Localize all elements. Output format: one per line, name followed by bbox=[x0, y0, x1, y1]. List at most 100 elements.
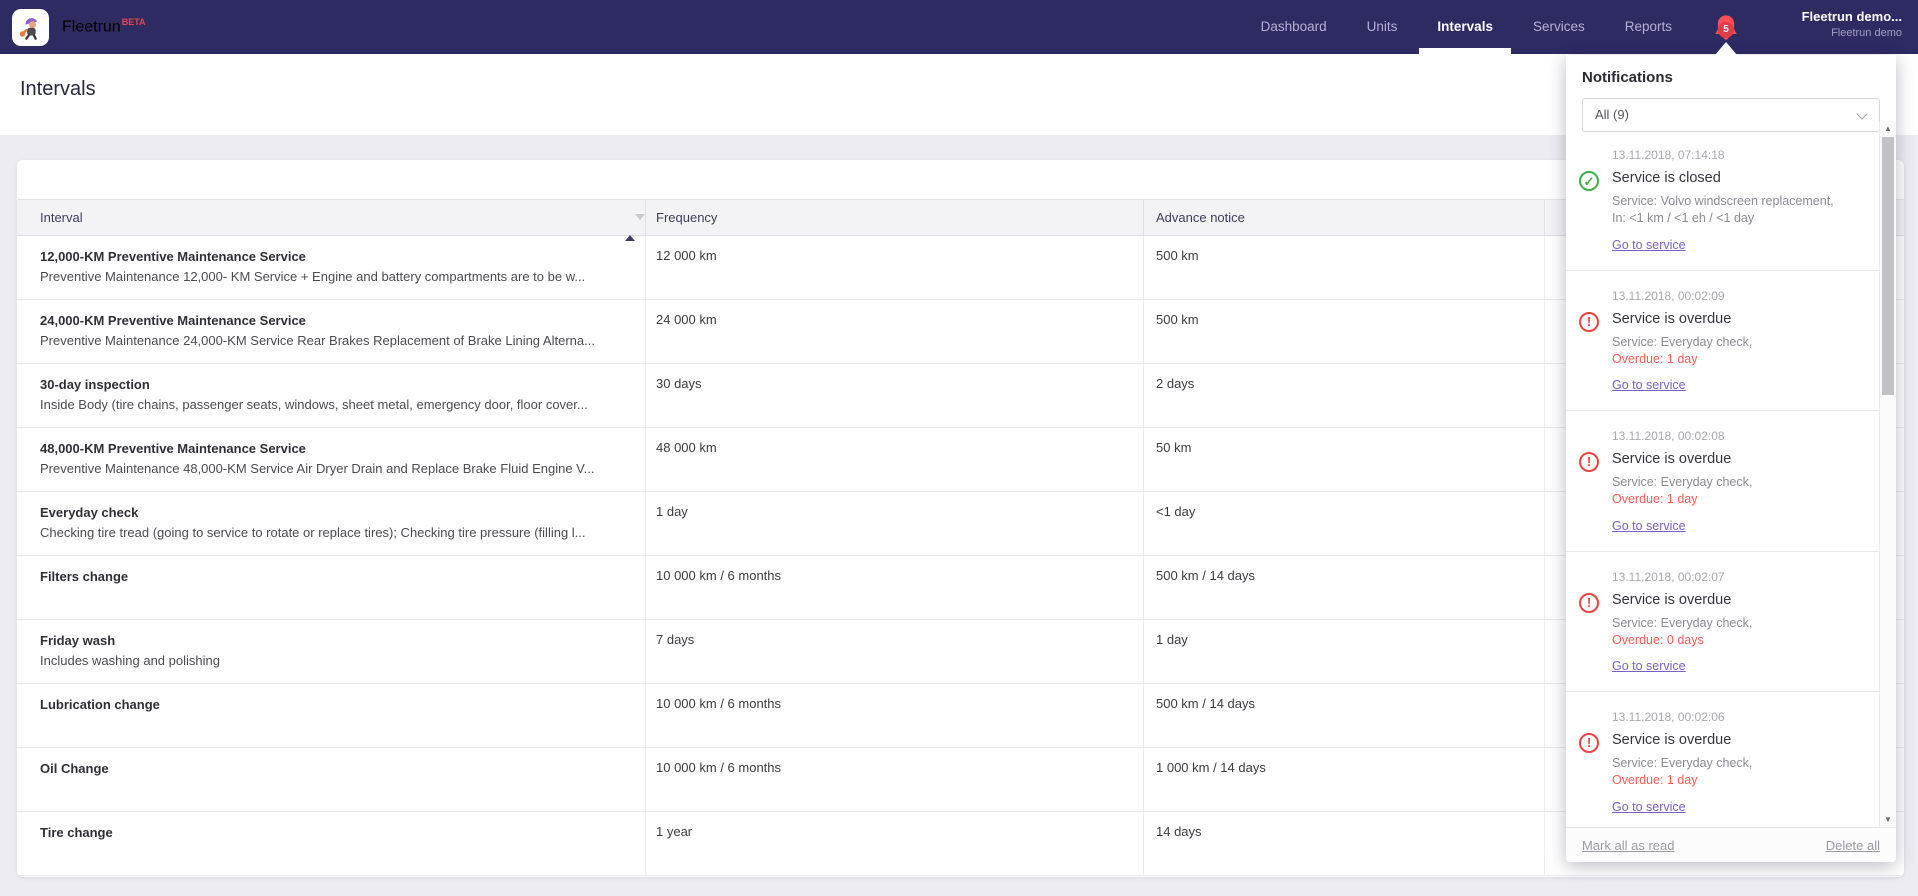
go-to-service-link[interactable]: Go to service bbox=[1612, 800, 1686, 814]
notification-service-line: Service: Volvo windscreen replacement, bbox=[1612, 193, 1846, 210]
notification-title: Service is overdue bbox=[1612, 592, 1859, 608]
page-title: Intervals bbox=[20, 78, 96, 101]
interval-name: 24,000-KM Preventive Maintenance Service bbox=[40, 312, 635, 329]
notifications-title: Notifications bbox=[1566, 55, 1896, 86]
go-to-service-link[interactable]: Go to service bbox=[1612, 378, 1686, 392]
advance-notice-cell: 1 000 km / 14 days bbox=[1144, 748, 1545, 811]
nav-item-services[interactable]: Services bbox=[1515, 0, 1603, 54]
delete-all-link[interactable]: Delete all bbox=[1826, 838, 1880, 853]
interval-cell: 48,000-KM Preventive Maintenance Service… bbox=[17, 428, 646, 491]
frequency-cell: 1 year bbox=[646, 812, 1144, 875]
notification-status-icon bbox=[1579, 171, 1599, 191]
notification-status-line: Overdue: 1 day bbox=[1612, 351, 1846, 368]
scrollbar[interactable]: ▲ ▼ bbox=[1879, 121, 1896, 827]
advance-notice-cell: 50 km bbox=[1144, 428, 1545, 491]
scroll-down-arrow-icon[interactable]: ▼ bbox=[1880, 815, 1896, 824]
nav-item-reports[interactable]: Reports bbox=[1607, 0, 1690, 54]
interval-description: Includes washing and polishing bbox=[40, 653, 635, 669]
notification-status-line: Overdue: 1 day bbox=[1612, 772, 1846, 789]
interval-description: Inside Body (tire chains, passenger seat… bbox=[40, 397, 635, 413]
frequency-cell: 7 days bbox=[646, 620, 1144, 683]
interval-name: 12,000-KM Preventive Maintenance Service bbox=[40, 248, 635, 265]
nav-item-dashboard[interactable]: Dashboard bbox=[1243, 0, 1345, 54]
notification-title: Service is closed bbox=[1612, 170, 1859, 186]
interval-cell: Oil Change bbox=[17, 748, 646, 811]
interval-name: 48,000-KM Preventive Maintenance Service bbox=[40, 440, 635, 457]
notification-item: 13.11.2018, 00:02:07 Service is overdue … bbox=[1566, 552, 1879, 693]
notification-title: Service is overdue bbox=[1612, 451, 1859, 467]
advance-notice-cell: 2 days bbox=[1144, 364, 1545, 427]
advance-notice-cell: 500 km bbox=[1144, 300, 1545, 363]
panel-pointer bbox=[1715, 42, 1737, 55]
notification-date: 13.11.2018, 00:02:09 bbox=[1612, 289, 1859, 303]
scroll-up-arrow-icon[interactable]: ▲ bbox=[1880, 124, 1896, 133]
interval-name: Filters change bbox=[40, 568, 635, 585]
interval-description: Preventive Maintenance 12,000- KM Servic… bbox=[40, 269, 635, 285]
advance-notice-cell: 500 km bbox=[1144, 236, 1545, 299]
interval-cell: 30-day inspection Inside Body (tire chai… bbox=[17, 364, 646, 427]
interval-cell: Filters change bbox=[17, 556, 646, 619]
interval-cell: 12,000-KM Preventive Maintenance Service… bbox=[17, 236, 646, 299]
frequency-cell: 10 000 km / 6 months bbox=[646, 556, 1144, 619]
interval-cell: Everyday check Checking tire tread (goin… bbox=[17, 492, 646, 555]
notification-date: 13.11.2018, 00:02:06 bbox=[1612, 710, 1859, 724]
notification-status-line: Overdue: 1 day bbox=[1612, 491, 1846, 508]
notification-date: 13.11.2018, 00:02:07 bbox=[1612, 570, 1859, 584]
notifications-panel: Notifications All (9) 13.11.2018, 07:14:… bbox=[1566, 55, 1896, 862]
notifications-list: 13.11.2018, 07:14:18 Service is closed S… bbox=[1566, 130, 1879, 827]
nav-item-units[interactable]: Units bbox=[1349, 0, 1416, 54]
notification-status-icon bbox=[1579, 312, 1599, 332]
interval-name: Friday wash bbox=[40, 632, 635, 649]
main-navigation: Dashboard Units Intervals Services Repor… bbox=[1243, 0, 1690, 54]
scrollbar-thumb[interactable] bbox=[1882, 137, 1894, 395]
interval-name: Tire change bbox=[40, 824, 635, 841]
notification-item: 13.11.2018, 07:14:18 Service is closed S… bbox=[1566, 130, 1879, 271]
beta-badge: BETA bbox=[122, 17, 146, 27]
fleetrun-logo-icon bbox=[12, 9, 49, 46]
interval-cell: Friday wash Includes washing and polishi… bbox=[17, 620, 646, 683]
frequency-cell: 10 000 km / 6 months bbox=[646, 748, 1144, 811]
interval-description: Checking tire tread (going to service to… bbox=[40, 525, 635, 541]
mark-all-read-link[interactable]: Mark all as read bbox=[1582, 838, 1674, 853]
brand-name: FleetrunBETA bbox=[62, 17, 146, 36]
frequency-cell: 1 day bbox=[646, 492, 1144, 555]
interval-cell: Lubrication change bbox=[17, 684, 646, 747]
frequency-cell: 12 000 km bbox=[646, 236, 1144, 299]
top-navbar: FleetrunBETA Dashboard Units Intervals S… bbox=[0, 0, 1918, 54]
column-header-interval[interactable]: Interval bbox=[17, 200, 646, 235]
nav-item-intervals[interactable]: Intervals bbox=[1419, 0, 1511, 54]
advance-notice-cell: 500 km / 14 days bbox=[1144, 556, 1545, 619]
interval-cell: 24,000-KM Preventive Maintenance Service… bbox=[17, 300, 646, 363]
frequency-cell: 10 000 km / 6 months bbox=[646, 684, 1144, 747]
notifications-bell-icon[interactable]: 5 bbox=[1712, 13, 1740, 41]
advance-notice-cell: <1 day bbox=[1144, 492, 1545, 555]
notification-status-icon bbox=[1579, 733, 1599, 753]
notification-service-line: Service: Everyday check, bbox=[1612, 474, 1846, 491]
notification-service-line: Service: Everyday check, bbox=[1612, 334, 1846, 351]
user-name: Fleetrun demo... bbox=[1802, 8, 1902, 26]
interval-name: Oil Change bbox=[40, 760, 635, 777]
notification-status-icon bbox=[1579, 593, 1599, 613]
notifications-filter-select[interactable]: All (9) bbox=[1582, 98, 1880, 132]
interval-name: Lubrication change bbox=[40, 696, 635, 713]
notification-date: 13.11.2018, 07:14:18 bbox=[1612, 148, 1859, 162]
go-to-service-link[interactable]: Go to service bbox=[1612, 519, 1686, 533]
notifications-footer: Mark all as read Delete all bbox=[1566, 827, 1896, 862]
interval-description: Preventive Maintenance 24,000-KM Service… bbox=[40, 333, 635, 349]
notification-service-line: Service: Everyday check, bbox=[1612, 615, 1846, 632]
frequency-cell: 48 000 km bbox=[646, 428, 1144, 491]
frequency-cell: 30 days bbox=[646, 364, 1144, 427]
user-menu[interactable]: Fleetrun demo... Fleetrun demo bbox=[1802, 8, 1902, 40]
interval-name: Everyday check bbox=[40, 504, 635, 521]
notification-item: 13.11.2018, 00:02:06 Service is overdue … bbox=[1566, 692, 1879, 827]
notification-date: 13.11.2018, 00:02:08 bbox=[1612, 429, 1859, 443]
notification-status-icon bbox=[1579, 452, 1599, 472]
user-account: Fleetrun demo bbox=[1802, 26, 1902, 40]
advance-notice-cell: 1 day bbox=[1144, 620, 1545, 683]
go-to-service-link[interactable]: Go to service bbox=[1612, 659, 1686, 673]
go-to-service-link[interactable]: Go to service bbox=[1612, 238, 1686, 252]
brand[interactable]: FleetrunBETA bbox=[12, 0, 146, 54]
sort-icon[interactable] bbox=[625, 210, 635, 226]
notification-status-line: In: <1 km / <1 eh / <1 day bbox=[1612, 210, 1846, 227]
filter-selected-value: All (9) bbox=[1595, 107, 1629, 122]
